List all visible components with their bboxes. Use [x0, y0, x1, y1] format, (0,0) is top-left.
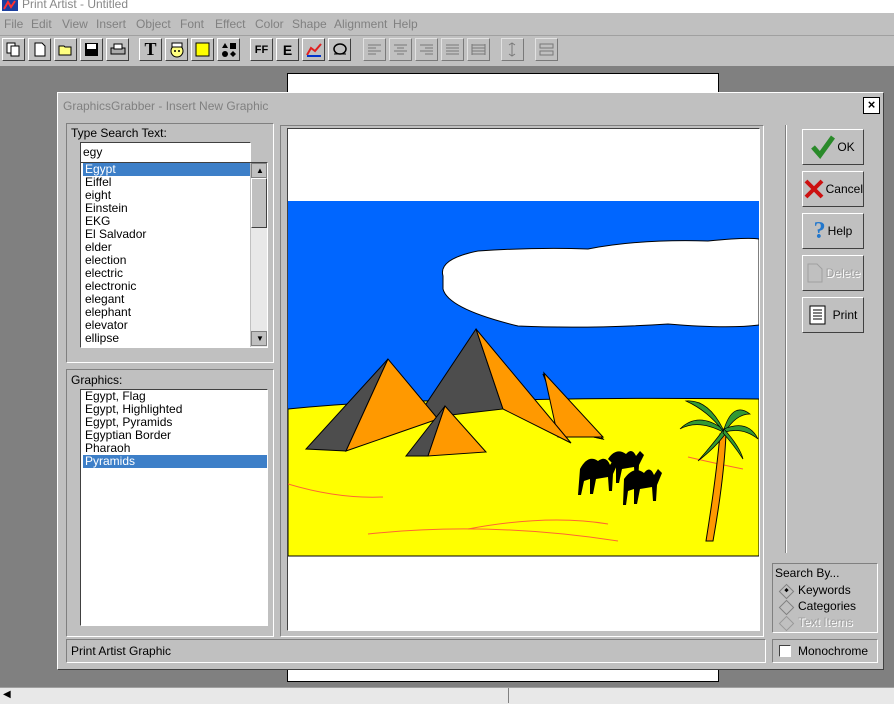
edit-text-icon[interactable]: E: [276, 38, 299, 61]
text-items-radio-label[interactable]: Text Items: [798, 615, 853, 629]
search-input-value: egy: [83, 145, 103, 159]
question-mark-icon: ?: [813, 217, 826, 244]
object-spacing-icon[interactable]: [535, 38, 558, 61]
menu-edit[interactable]: Edit: [31, 17, 52, 31]
document-page-bottom: [287, 668, 719, 682]
status-text: Print Artist Graphic: [71, 644, 172, 658]
keyword-list-scrollbar[interactable]: ▲ ▼: [250, 163, 267, 347]
search-label: Type Search Text:: [71, 126, 167, 140]
graphics-label: Graphics:: [71, 373, 123, 387]
rectangle-icon[interactable]: [191, 38, 214, 61]
scroll-left-arrow-icon[interactable]: ◀: [3, 689, 11, 700]
copy-icon[interactable]: [2, 38, 25, 61]
checkmark-icon: [811, 135, 836, 159]
menu-shape[interactable]: Shape: [292, 17, 327, 31]
line-spacing-icon[interactable]: [501, 38, 524, 61]
menu-view[interactable]: View: [62, 17, 88, 31]
graphics-group: Graphics: Egypt, Flag Egypt, Highlighted E…: [66, 369, 274, 637]
text-icon[interactable]: T: [139, 38, 162, 61]
status-bar: Print Artist Graphic: [66, 639, 766, 663]
delete-button[interactable]: Delete: [802, 255, 864, 291]
graphics-list-item[interactable]: Pyramids: [83, 455, 267, 468]
monochrome-label[interactable]: Monochrome: [798, 644, 868, 658]
search-by-group: Search By... Keywords Categories Text It…: [772, 563, 878, 633]
cancel-button[interactable]: Cancel: [802, 171, 864, 207]
print-label: Print: [832, 308, 858, 322]
menu-insert[interactable]: Insert: [96, 17, 126, 31]
delete-label: Delete: [825, 266, 861, 280]
monochrome-checkbox[interactable]: [779, 645, 791, 657]
print-button[interactable]: Print: [802, 297, 864, 333]
new-icon[interactable]: [28, 38, 51, 61]
print-icon[interactable]: [106, 38, 129, 61]
monochrome-group: Monochrome: [772, 639, 878, 663]
help-label: Help: [827, 224, 853, 238]
justify-icon[interactable]: [441, 38, 464, 61]
print-artist-logo-icon: [2, 0, 18, 11]
ok-label: OK: [837, 140, 855, 154]
close-button[interactable]: ×: [863, 97, 880, 114]
horizontal-scrollbar[interactable]: ◀: [0, 687, 894, 704]
align-center-icon[interactable]: [389, 38, 412, 61]
search-group: Type Search Text: egy Egypt Eiffel eight Ei…: [66, 123, 274, 363]
help-button[interactable]: ? Help: [802, 213, 864, 249]
cancel-label: Cancel: [825, 182, 863, 196]
blank-page-icon: [807, 263, 823, 283]
justify-all-icon[interactable]: [467, 38, 490, 61]
text-items-radio[interactable]: [778, 615, 795, 632]
categories-radio[interactable]: [778, 599, 795, 616]
app-title: Print Artist - Untitled: [22, 0, 129, 11]
clipart-face-icon[interactable]: [165, 38, 188, 61]
pyramids-graphic: [288, 201, 759, 557]
scroll-thumb-edge: [508, 688, 509, 703]
categories-radio-label[interactable]: Categories: [798, 599, 856, 613]
keywords-radio[interactable]: [778, 583, 795, 600]
graphics-list[interactable]: Egypt, Flag Egypt, Highlighted Egypt, Pyra…: [80, 389, 268, 626]
toolbar: T FF E: [0, 36, 894, 66]
align-right-icon[interactable]: [415, 38, 438, 61]
chart-icon[interactable]: [302, 38, 325, 61]
vertical-divider: [785, 125, 787, 553]
preview-group: [280, 125, 764, 637]
search-input[interactable]: egy: [80, 142, 251, 163]
graphics-grabber-dialog: GraphicsGrabber - Insert New Graphic × T…: [57, 92, 884, 670]
scroll-up-arrow-icon[interactable]: ▲: [251, 163, 267, 178]
app-title-bar: Print Artist - Untitled: [0, 0, 894, 13]
open-icon[interactable]: [54, 38, 77, 61]
graphic-preview: [287, 128, 760, 631]
menu-file[interactable]: File: [4, 17, 23, 31]
menu-effect[interactable]: Effect: [215, 17, 245, 31]
document-page: [287, 73, 719, 92]
keyword-scroll-thumb[interactable]: [251, 178, 267, 228]
dialog-title: GraphicsGrabber - Insert New Graphic: [63, 99, 269, 113]
smart-shape-icon[interactable]: [328, 38, 351, 61]
ok-button[interactable]: OK: [802, 129, 864, 165]
red-x-icon: [804, 179, 824, 199]
scroll-down-arrow-icon[interactable]: ▼: [251, 331, 267, 346]
align-left-icon[interactable]: [363, 38, 386, 61]
save-icon[interactable]: [80, 38, 103, 61]
menu-bar: File Edit View Insert Object Font Effect…: [0, 13, 894, 36]
keyword-list[interactable]: Egypt Eiffel eight Einstein EKG El Salvador el…: [80, 162, 268, 348]
menu-object[interactable]: Object: [136, 17, 171, 31]
menu-color[interactable]: Color: [255, 17, 284, 31]
search-by-label: Search By...: [775, 566, 840, 580]
document-icon: [809, 305, 826, 325]
shapes-icon[interactable]: [217, 38, 240, 61]
keywords-radio-label[interactable]: Keywords: [798, 583, 851, 597]
menu-font[interactable]: Font: [180, 17, 204, 31]
menu-alignment[interactable]: Alignment: [334, 17, 387, 31]
menu-help[interactable]: Help: [393, 17, 418, 31]
fonts-icon[interactable]: FF: [250, 38, 273, 61]
keyword-list-item[interactable]: ellipse: [83, 332, 252, 345]
